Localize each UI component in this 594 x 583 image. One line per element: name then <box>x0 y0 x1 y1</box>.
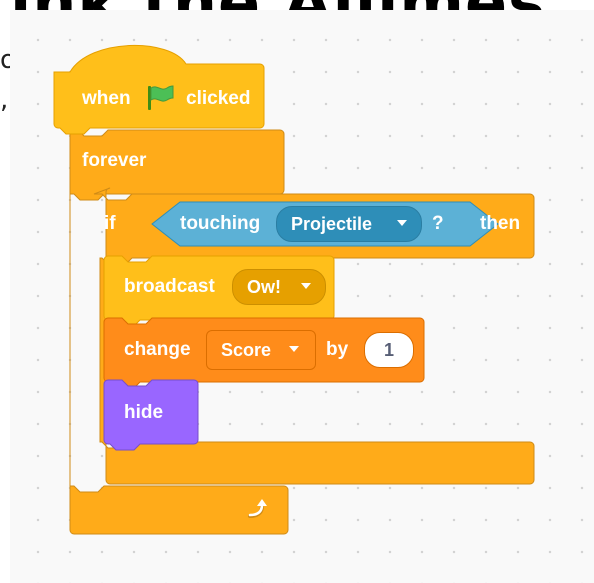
touching-target-dropdown[interactable]: Projectile <box>276 206 422 242</box>
change-label: change <box>124 339 191 360</box>
change-amount-input[interactable]: 1 <box>364 332 414 368</box>
change-by-label: by <box>326 339 349 360</box>
broadcast-message-dropdown[interactable]: Ow! <box>232 269 326 305</box>
touching-label: touching <box>180 213 261 234</box>
chevron-down-icon <box>397 220 407 226</box>
hat-clicked-label: clicked <box>186 88 251 109</box>
hide-label: hide <box>124 402 164 423</box>
change-variable-value: Score <box>221 340 272 360</box>
broadcast-message-value: Ow! <box>247 277 281 297</box>
touching-question-mark: ? <box>432 213 444 234</box>
touching-target-value: Projectile <box>291 214 373 234</box>
chevron-down-icon <box>289 346 299 352</box>
change-amount-value: 1 <box>384 340 395 360</box>
forever-label: forever <box>82 150 147 171</box>
if-label: if <box>104 213 116 234</box>
script-canvas[interactable]: when clicked forever if then touching Pr… <box>10 10 594 583</box>
chevron-down-icon <box>301 283 311 289</box>
change-variable-dropdown[interactable]: Score <box>206 330 316 370</box>
hat-when-label: when <box>82 88 131 109</box>
then-label: then <box>480 213 521 234</box>
broadcast-label: broadcast <box>124 276 215 297</box>
